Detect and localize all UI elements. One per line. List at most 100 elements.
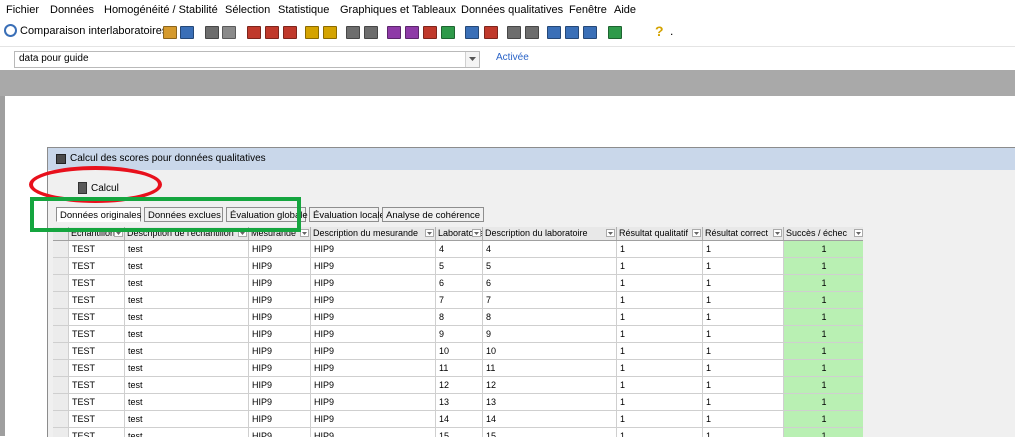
table-cell[interactable]: TEST <box>69 258 125 275</box>
table-cell[interactable]: HIP9 <box>311 377 436 394</box>
table-cell[interactable]: TEST <box>69 360 125 377</box>
table-cell[interactable]: 6 <box>483 275 617 292</box>
table-cell[interactable]: HIP9 <box>311 360 436 377</box>
menu-fenetre[interactable]: Fenêtre <box>569 4 607 16</box>
table-cell[interactable]: 1 <box>617 309 703 326</box>
table-cell[interactable]: HIP9 <box>249 241 311 258</box>
table-cell[interactable]: TEST <box>69 377 125 394</box>
table-cell[interactable]: 1 <box>617 394 703 411</box>
row-header[interactable] <box>53 309 69 326</box>
copy-icon[interactable] <box>205 26 219 39</box>
table-cell[interactable]: 8 <box>483 309 617 326</box>
table-cell[interactable]: 1 <box>617 326 703 343</box>
dataset-select[interactable]: data pour guide <box>14 51 480 68</box>
table-row[interactable]: TEST test HIP9 HIP9 7 7 1 1 1 <box>53 292 863 309</box>
success-cell[interactable]: 1 <box>784 241 863 258</box>
table-row[interactable]: TEST test HIP9 HIP9 8 8 1 1 1 <box>53 309 863 326</box>
filter-dropdown-icon[interactable] <box>472 229 481 237</box>
report-a-icon[interactable] <box>346 26 360 39</box>
table-cell[interactable]: 5 <box>436 258 483 275</box>
table-cell[interactable]: 5 <box>483 258 617 275</box>
table-cell[interactable]: 1 <box>617 258 703 275</box>
menu-fichier[interactable]: Fichier <box>6 4 39 16</box>
table-cell[interactable]: test <box>125 258 249 275</box>
calc-a-icon[interactable] <box>507 26 521 39</box>
table-row[interactable]: TEST test HIP9 HIP9 11 11 1 1 1 <box>53 360 863 377</box>
success-cell[interactable]: 1 <box>784 343 863 360</box>
table-cell[interactable]: 9 <box>483 326 617 343</box>
menu-aide[interactable]: Aide <box>614 4 636 16</box>
table-cell[interactable]: 1 <box>703 377 784 394</box>
table-cell[interactable]: HIP9 <box>249 258 311 275</box>
table-cell[interactable]: test <box>125 360 249 377</box>
export-icon[interactable] <box>423 26 437 39</box>
table-cell[interactable]: HIP9 <box>311 326 436 343</box>
table-cell[interactable]: TEST <box>69 241 125 258</box>
table-row[interactable]: TEST test HIP9 HIP9 4 4 1 1 1 <box>53 241 863 258</box>
report-b-icon[interactable] <box>364 26 378 39</box>
graph-c-icon[interactable] <box>583 26 597 39</box>
table-cell[interactable]: 1 <box>617 241 703 258</box>
help-icon[interactable]: ? <box>655 23 664 39</box>
tab-evaluation-locale[interactable]: Évaluation locale <box>309 207 385 222</box>
table-cell[interactable]: TEST <box>69 343 125 360</box>
table-cell[interactable]: 6 <box>436 275 483 292</box>
table-cell[interactable]: 1 <box>617 411 703 428</box>
table-cell[interactable]: HIP9 <box>311 343 436 360</box>
table-cell[interactable]: TEST <box>69 411 125 428</box>
import-icon[interactable] <box>441 26 455 39</box>
row-header[interactable] <box>53 326 69 343</box>
filter-dropdown-icon[interactable] <box>773 229 782 237</box>
table-cell[interactable]: TEST <box>69 275 125 292</box>
table-cell[interactable]: 1 <box>617 360 703 377</box>
table-row[interactable]: TEST test HIP9 HIP9 9 9 1 1 1 <box>53 326 863 343</box>
table-cell[interactable]: 10 <box>436 343 483 360</box>
calc-b-icon[interactable] <box>525 26 539 39</box>
filter-dropdown-icon[interactable] <box>854 229 863 237</box>
column-header[interactable]: Description du laboratoire <box>483 227 617 240</box>
table-row[interactable]: TEST test HIP9 HIP9 10 10 1 1 1 <box>53 343 863 360</box>
table-cell[interactable]: test <box>125 326 249 343</box>
search-b-icon[interactable] <box>323 26 337 39</box>
table-cell[interactable]: 7 <box>483 292 617 309</box>
table-cell[interactable]: test <box>125 377 249 394</box>
table-cell[interactable]: 1 <box>703 275 784 292</box>
table-cell[interactable]: HIP9 <box>311 394 436 411</box>
table-row[interactable]: TEST test HIP9 HIP9 12 12 1 1 1 <box>53 377 863 394</box>
chart-c-icon[interactable] <box>283 26 297 39</box>
table-cell[interactable]: 11 <box>483 360 617 377</box>
row-header[interactable] <box>53 394 69 411</box>
success-cell[interactable]: 1 <box>784 309 863 326</box>
table-cell[interactable]: TEST <box>69 309 125 326</box>
column-header[interactable]: Description du mesurande <box>311 227 436 240</box>
table-cell[interactable]: 11 <box>436 360 483 377</box>
row-header[interactable] <box>53 411 69 428</box>
table-cell[interactable]: 14 <box>483 411 617 428</box>
table-cell[interactable]: HIP9 <box>311 309 436 326</box>
table-row[interactable]: TEST test HIP9 HIP9 13 13 1 1 1 <box>53 394 863 411</box>
row-header[interactable] <box>53 241 69 258</box>
table-cell[interactable]: 1 <box>703 360 784 377</box>
success-cell[interactable]: 1 <box>784 275 863 292</box>
table-cell[interactable]: HIP9 <box>249 343 311 360</box>
table-cell[interactable]: 12 <box>483 377 617 394</box>
table-cell[interactable]: test <box>125 343 249 360</box>
data-b-icon[interactable] <box>405 26 419 39</box>
column-header[interactable]: Laboratoire <box>436 227 483 240</box>
table-cell[interactable]: 1 <box>703 411 784 428</box>
window-title-bar[interactable]: Calcul des scores pour données qualitati… <box>48 148 1015 170</box>
menu-statistique[interactable]: Statistique <box>278 4 329 16</box>
table-cell[interactable]: 13 <box>483 394 617 411</box>
row-header[interactable] <box>53 377 69 394</box>
table-cell[interactable]: HIP9 <box>249 309 311 326</box>
table-cell[interactable]: 13 <box>436 394 483 411</box>
table-cell[interactable]: TEST <box>69 292 125 309</box>
table-cell[interactable]: 1 <box>703 343 784 360</box>
document-icon[interactable] <box>484 26 498 39</box>
table-row[interactable]: TEST test HIP9 HIP9 5 5 1 1 1 <box>53 258 863 275</box>
table-cell[interactable]: 1 <box>617 343 703 360</box>
table-cell[interactable]: test <box>125 309 249 326</box>
data-a-icon[interactable] <box>387 26 401 39</box>
row-header[interactable] <box>53 258 69 275</box>
filter-dropdown-icon[interactable] <box>692 229 701 237</box>
